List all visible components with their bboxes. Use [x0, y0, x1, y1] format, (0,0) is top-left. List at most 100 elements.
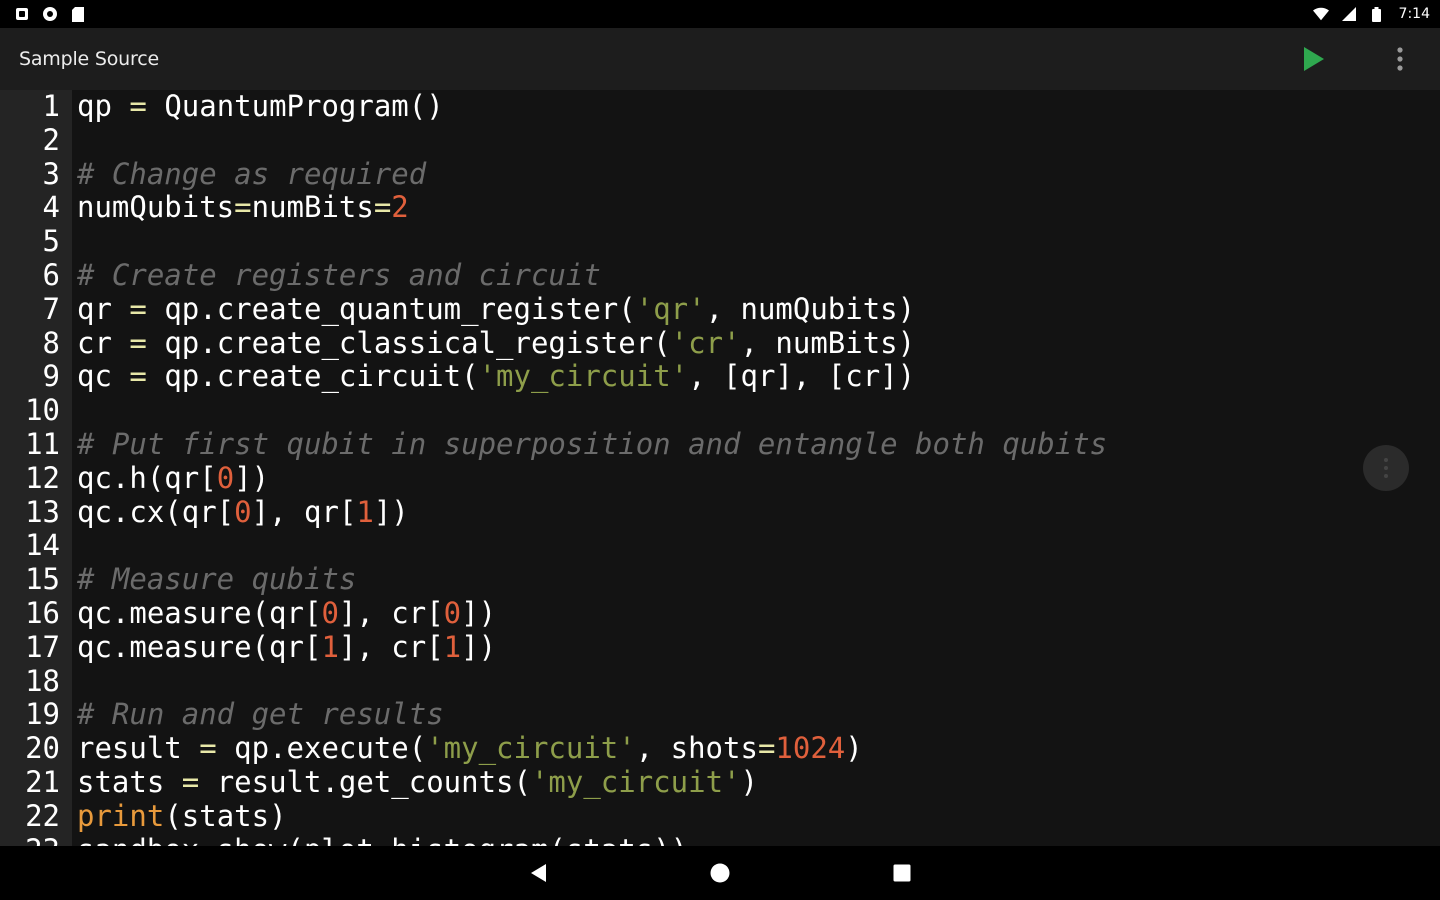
code-token: , numBits): [740, 325, 916, 360]
back-button[interactable]: [524, 859, 552, 887]
line-number: 15: [25, 562, 60, 597]
line-number: 16: [25, 595, 60, 630]
code-token: qr: [77, 291, 130, 326]
code-token: ]): [234, 460, 270, 495]
navigation-bar: [0, 846, 1440, 900]
code-token: =: [757, 731, 776, 766]
drag-handle-icon: [1384, 458, 1388, 478]
code-line: 4 numQubits=numBits=2: [0, 190, 1440, 225]
code-token: qc.measure(qr[: [77, 629, 322, 664]
home-button[interactable]: [706, 859, 734, 887]
line-code: qp = QuantumProgram(): [77, 90, 444, 124]
code-line: 6 # Create registers and circuit: [0, 258, 1440, 293]
code-token: 0: [321, 595, 339, 630]
code-token: # Run and get results: [77, 697, 444, 732]
code-line: 11 # Put first qubit in superposition and…: [0, 427, 1440, 462]
code-token: 0: [443, 595, 462, 630]
line-code: # Measure qubits: [77, 562, 357, 597]
code-token: qp.execute(: [216, 731, 427, 766]
run-icon: [1304, 47, 1324, 71]
code-token: ], qr[: [251, 494, 357, 529]
code-line: 21 stats = result.get_counts('my_circuit'…: [0, 764, 1440, 800]
code-line: 16 qc.measure(qr[0], cr[0]): [0, 595, 1440, 631]
code-token: qc.cx(qr[: [77, 494, 235, 529]
code-line: 22 print(stats): [0, 798, 1440, 834]
code-token: (stats): [164, 798, 287, 833]
cell-signal-icon: [1341, 6, 1357, 22]
code-token: =: [181, 764, 200, 799]
code-line: 19 # Run and get results: [0, 697, 1440, 732]
code-token: 1: [356, 494, 374, 529]
code-line: 12 qc.h(qr[0]): [0, 460, 1440, 496]
code-line: 8 cr = qp.create_classical_register('cr',…: [0, 325, 1440, 361]
code-token: =: [129, 291, 147, 326]
code-token: qp.create_classical_register(: [146, 325, 671, 360]
line-number: 12: [25, 460, 60, 495]
overflow-menu-button[interactable]: [1380, 39, 1420, 79]
code-editor[interactable]: 1 qp = QuantumProgram() 2 3 # Change as requ…: [0, 90, 1440, 846]
line-number: 22: [25, 798, 60, 833]
code-token: ]): [461, 595, 497, 630]
back-icon: [531, 864, 546, 882]
line-code: numQubits=numBits=2: [77, 190, 409, 225]
page-title: Sample Source: [19, 48, 159, 70]
fast-scroll-handle[interactable]: [1363, 445, 1409, 491]
code-token: 2: [391, 190, 409, 225]
code-line: 14: [0, 529, 1440, 563]
code-token: =: [373, 190, 392, 225]
code-token: ], cr[: [338, 595, 444, 630]
recents-icon: [893, 864, 911, 882]
code-line: 23 sandbox.show(plot_histogram(stats)): [0, 833, 1440, 846]
code-token: =: [129, 325, 147, 360]
line-number: 3: [42, 156, 60, 191]
status-bar-notifications: [14, 6, 86, 22]
recents-button[interactable]: [888, 859, 916, 887]
overflow-menu-icon: [1397, 47, 1403, 71]
notification-a-icon: [14, 6, 30, 22]
line-number: 10: [25, 393, 60, 428]
code-line: 2: [0, 123, 1440, 158]
code-line: 3 # Change as required: [0, 156, 1440, 192]
code-token: 0: [216, 460, 235, 495]
line-code: qr = qp.create_quantum_register('qr', nu…: [77, 291, 915, 327]
code-token: 1: [443, 629, 462, 664]
code-token: qp.create_quantum_register(: [146, 291, 636, 326]
run-button[interactable]: [1294, 39, 1334, 79]
line-code: # Create registers and circuit: [77, 258, 601, 293]
code-token: qp: [77, 90, 130, 123]
code-token: , [qr], [cr]): [688, 359, 916, 394]
line-number: 21: [25, 764, 60, 799]
line-number: 23: [0, 833, 60, 846]
code-token: 0: [234, 494, 252, 529]
line-code: qc.measure(qr[1], cr[1]): [77, 629, 496, 665]
code-token: result.get_counts(: [199, 764, 531, 799]
line-number: 17: [25, 629, 60, 664]
app-bar: Sample Source: [0, 28, 1440, 90]
code-line: 1 qp = QuantumProgram(): [0, 90, 1440, 124]
code-line: 17 qc.measure(qr[1], cr[1]): [0, 629, 1440, 665]
notification-b-icon: [42, 6, 58, 22]
code-token: qp.create_circuit(: [146, 359, 479, 394]
line-code: qc = qp.create_circuit('my_circuit', [qr…: [77, 359, 916, 394]
line-code: # Run and get results: [77, 697, 444, 732]
code-token: 1024: [775, 731, 846, 766]
code-token: numBits: [251, 190, 374, 225]
code-token: ]): [373, 494, 409, 529]
line-code: # Put first qubit in superposition and e…: [77, 427, 1107, 462]
code-line: 9 qc = qp.create_circuit('my_circuit', [q…: [0, 359, 1440, 394]
code-token: # Measure qubits: [77, 562, 357, 597]
code-line: 10: [0, 393, 1440, 428]
line-number: 9: [42, 359, 60, 394]
home-icon: [710, 863, 730, 883]
status-bar-system: 7:14: [1312, 6, 1430, 22]
code-line: 13 qc.cx(qr[0], qr[1]): [0, 494, 1440, 530]
code-token: ): [845, 731, 863, 766]
code-token: =: [234, 190, 252, 225]
battery-icon: [1369, 6, 1385, 22]
line-number: 8: [42, 325, 60, 360]
line-number: 18: [25, 663, 60, 698]
code-line: 15 # Measure qubits: [0, 562, 1440, 597]
line-code: qc.measure(qr[0], cr[0]): [77, 595, 497, 631]
code-token: 1: [321, 629, 339, 664]
status-time: 7:14: [1398, 6, 1430, 22]
